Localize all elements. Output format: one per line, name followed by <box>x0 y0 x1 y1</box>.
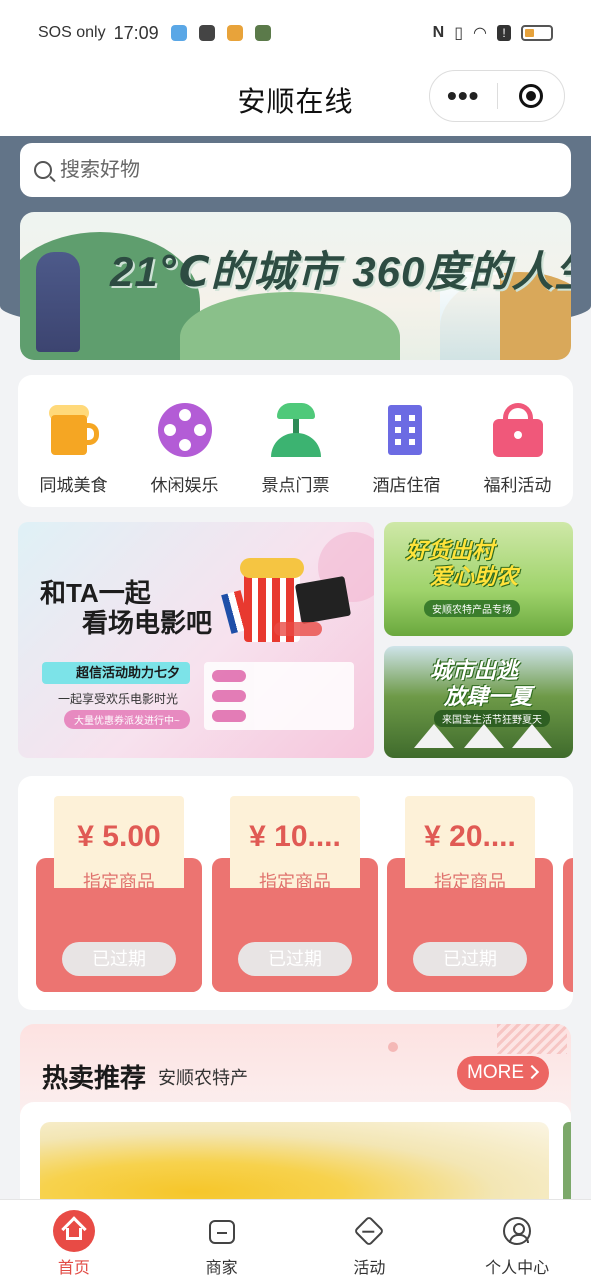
category-tickets[interactable]: 景点门票 <box>246 401 346 507</box>
banner-hill <box>180 292 400 360</box>
coupon-envelope-front <box>387 888 553 992</box>
clock: 17:09 <box>113 22 159 43</box>
coupon-status-button[interactable]: 已过期 <box>62 942 176 976</box>
promo-movie-tag: 超信活动助力七夕 <box>42 662 191 684</box>
tab-label: 商家 <box>205 1260 238 1277</box>
category-entertainment[interactable]: 休闲娱乐 <box>135 401 235 507</box>
promo-movie-sub: 一起享受欢乐电影时光 <box>58 692 179 706</box>
promo-camp[interactable]: 城市出逃 放肆一夏 来国宝生活节狂野夏天 <box>384 646 573 758</box>
promo-movie-pill: 大量优惠券派发进行中~ <box>64 710 190 729</box>
banner-figure <box>36 252 80 352</box>
promo-movie-headline: 和TA一起 看场电影吧 <box>40 578 212 638</box>
target-icon <box>518 84 543 108</box>
hot-title: 热卖推荐 <box>42 1063 147 1093</box>
tent-icon <box>464 724 504 748</box>
activity-icon <box>352 1214 386 1248</box>
mini-program-capsule: ••• <box>429 70 565 122</box>
tab-activity[interactable]: 活动 <box>296 1200 444 1280</box>
status-bar: SOS only 17:09 N ▯ ◠ ! <box>0 0 591 66</box>
more-label: MORE <box>467 1062 524 1083</box>
chevron-right-icon <box>524 1064 540 1080</box>
search-bar[interactable] <box>20 143 571 197</box>
category-food[interactable]: 同城美食 <box>24 401 124 507</box>
category-grid: 同城美食 休闲娱乐 景点门票 酒店住宿 福利活动 <box>18 375 573 507</box>
tab-label: 活动 <box>353 1260 386 1277</box>
carrier-text: SOS only <box>38 24 106 41</box>
vibrate-icon: ▯ <box>454 25 464 42</box>
user-icon <box>500 1214 534 1248</box>
promo-farm-title: 好货出村 爱心助农 <box>406 538 518 590</box>
battery-icon <box>521 25 553 41</box>
promo-farm-line-2: 爱心助农 <box>430 564 519 589</box>
beer-icon <box>45 401 103 459</box>
category-label: 同城美食 <box>39 476 108 495</box>
coupon-card[interactable]: ¥ 5.00 指定商品 已过期 <box>36 796 202 992</box>
category-label: 酒店住宿 <box>372 476 441 495</box>
film-reel-icon <box>156 401 214 459</box>
coupon-card[interactable]: ¥ 10.... 指定商品 已过期 <box>212 796 378 992</box>
coupon-envelope-front <box>36 888 202 992</box>
home-icon <box>52 1210 95 1252</box>
tab-label: 个人中心 <box>485 1260 550 1277</box>
close-button[interactable] <box>498 84 565 108</box>
coupon-amount: ¥ 20.... <box>424 820 516 853</box>
coupon-envelope-front <box>212 888 378 992</box>
category-label: 福利活动 <box>483 476 552 495</box>
tab-home[interactable]: 首页 <box>0 1200 148 1280</box>
promo-camp-title: 城市出逃 放肆一夏 <box>430 658 532 710</box>
category-benefits[interactable]: 福利活动 <box>468 401 568 507</box>
decor-dot <box>388 1042 398 1052</box>
hot-section: 热卖推荐 安顺农特产 MORE <box>20 1024 571 1214</box>
app-notification-icon <box>170 25 187 41</box>
tab-bar: 首页 商家 活动 个人中心 <box>0 1199 591 1280</box>
more-icon[interactable]: ••• <box>430 82 497 110</box>
gift-icon <box>489 401 547 459</box>
search-input[interactable] <box>60 158 460 182</box>
hero-banner[interactable]: 21℃的城市 360度的人生 <box>20 212 571 360</box>
tab-shop[interactable]: 商家 <box>148 1200 296 1280</box>
3d-glasses-icon <box>274 622 322 636</box>
nav-bar: 安顺在线 ••• <box>0 66 591 136</box>
tab-profile[interactable]: 个人中心 <box>443 1200 591 1280</box>
promo-camp-line-1: 城市出逃 <box>430 658 519 683</box>
search-icon <box>34 161 52 179</box>
coupon-status-button[interactable]: 已过期 <box>413 942 527 976</box>
promo-movie-list <box>204 662 354 730</box>
promo-farm-sub: 安顺农特产品专场 <box>424 600 520 617</box>
alert-icon: ! <box>497 25 511 41</box>
shop-icon <box>205 1214 239 1248</box>
upload-icon <box>198 25 215 41</box>
headline-line-1: 和TA一起 <box>40 578 151 608</box>
banner-slogan: 21℃的城市 360度的人生 <box>110 248 571 295</box>
coupon-amount: ¥ 10.... <box>249 820 341 853</box>
category-label: 休闲娱乐 <box>150 476 219 495</box>
coupon-amount: ¥ 5.00 <box>77 820 161 853</box>
hot-subtitle: 安顺农特产 <box>158 1068 248 1088</box>
clapperboard-icon <box>294 575 352 625</box>
tab-label: 首页 <box>57 1260 90 1277</box>
more-button[interactable]: MORE <box>457 1056 549 1090</box>
coupon-card[interactable]: ¥ 20.... 指定商品 已过期 <box>387 796 553 992</box>
hotel-icon <box>378 401 436 459</box>
wifi-icon: ◠ <box>473 25 487 42</box>
coupon-status-button[interactable]: 已过期 <box>238 942 352 976</box>
category-hotel[interactable]: 酒店住宿 <box>357 401 457 507</box>
promo-camp-line-2: 放肆一夏 <box>444 684 533 709</box>
nfc-icon: N <box>432 24 445 41</box>
tent-icon <box>512 724 552 748</box>
promo-movie[interactable]: 和TA一起 看场电影吧 超信活动助力七夕 一起享受欢乐电影时光 大量优惠券派发进… <box>18 522 374 758</box>
promo-farm-line-1: 好货出村 <box>406 538 495 563</box>
coupon-card-partial <box>563 858 573 992</box>
coupon-list: ¥ 5.00 指定商品 已过期 ¥ 10.... 指定商品 已过期 ¥ 20..… <box>18 776 573 1010</box>
promo-farm[interactable]: 好货出村 爱心助农 安顺农特产品专场 <box>384 522 573 636</box>
app-notification-icon <box>226 25 243 41</box>
decor-pattern <box>497 1024 567 1054</box>
tent-icon <box>414 724 454 748</box>
category-label: 景点门票 <box>261 476 330 495</box>
palm-tree-icon <box>267 401 325 459</box>
headline-line-2: 看场电影吧 <box>82 608 213 638</box>
app-notification-icon <box>254 25 271 41</box>
